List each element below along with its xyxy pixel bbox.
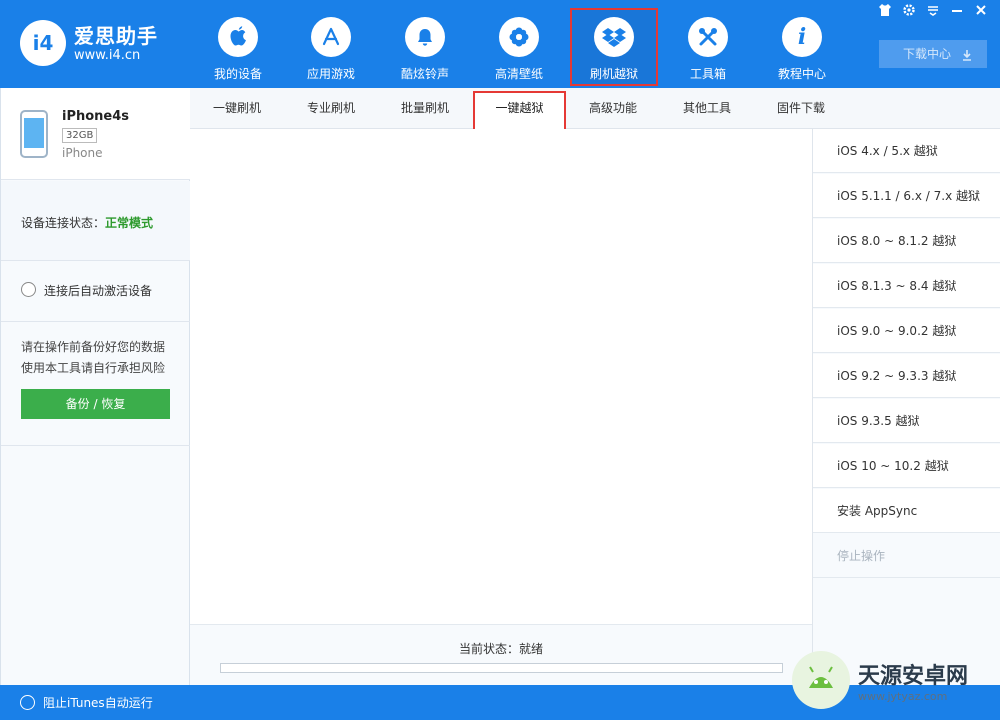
info-icon: i (782, 17, 822, 57)
nav-ringtones[interactable]: 酷炫铃声 (383, 10, 467, 84)
tab-firmware-download[interactable]: 固件下载 (754, 88, 848, 128)
left-sidebar: iPhone4s 32GB iPhone 设备连接状态：正常模式 连接后自动激活… (0, 88, 190, 685)
progress-bar (220, 663, 783, 673)
download-icon (961, 40, 973, 68)
app-logo: i4 爱思助手 www.i4.cn (20, 18, 190, 70)
option-ios935[interactable]: iOS 9.3.5 越狱 (813, 399, 1000, 443)
android-logo-icon (792, 651, 850, 709)
stop-operation-button[interactable]: 停止操作 (813, 534, 1000, 578)
nav-flash-jailbreak[interactable]: 刷机越狱 (570, 8, 658, 86)
flower-icon (499, 17, 539, 57)
watermark-text: 天源安卓网 www.jytyaz.com (858, 658, 968, 703)
logo-name: 爱思助手 (74, 24, 158, 48)
nav-label: 高清壁纸 (494, 67, 543, 81)
option-ios10-102[interactable]: iOS 10 ~ 10.2 越狱 (813, 444, 1000, 488)
block-itunes-option[interactable]: 阻止iTunes自动运行 (0, 685, 190, 720)
window-controls (878, 3, 988, 19)
auto-activate-option[interactable]: 连接后自动激活设备 (1, 262, 190, 322)
bottom-status-bar: 阻止iTunes自动运行 天源安卓网 www.jytyaz.com (0, 651, 1000, 720)
site-watermark: 天源安卓网 www.jytyaz.com (792, 643, 992, 717)
nav-label: 应用游戏 (306, 67, 355, 81)
auto-activate-radio[interactable] (21, 282, 36, 297)
watermark-title: 天源安卓网 (858, 663, 969, 689)
apple-icon (218, 17, 258, 57)
nav-tutorials[interactable]: i 教程中心 (760, 10, 844, 84)
current-status: 当前状态：就绪 (458, 642, 543, 656)
device-type: iPhone (62, 146, 103, 160)
nav-toolbox[interactable]: 工具箱 (666, 10, 750, 84)
option-ios92-933[interactable]: iOS 9.2 ~ 9.3.3 越狱 (813, 354, 1000, 398)
nav-label: 酷炫铃声 (400, 67, 449, 81)
nav-label: 刷机越狱 (589, 67, 638, 81)
tab-pro-flash[interactable]: 专业刷机 (284, 88, 378, 128)
iphone-icon (20, 110, 48, 158)
connection-status-label: 设备连接状态： (21, 216, 106, 230)
backup-warning: 请在操作前备份好您的数据 使用本工具请自行承担风险 备份 / 恢复 (1, 323, 190, 446)
app-store-icon (311, 17, 351, 57)
nav-label: 工具箱 (689, 67, 726, 81)
bell-icon (405, 17, 445, 57)
install-appsync-button[interactable]: 安装 AppSync (813, 489, 1000, 533)
backup-restore-button[interactable]: 备份 / 恢复 (21, 389, 170, 419)
minimize-icon[interactable] (950, 3, 964, 17)
connection-status: 设备连接状态：正常模式 (1, 181, 190, 261)
tab-other-tools[interactable]: 其他工具 (660, 88, 754, 128)
warning-line: 请在操作前备份好您的数据 (21, 340, 166, 354)
connection-status-value: 正常模式 (105, 216, 154, 230)
tab-batch-flash[interactable]: 批量刷机 (378, 88, 472, 128)
tools-icon (688, 17, 728, 57)
device-name: iPhone4s (62, 109, 130, 124)
shirt-icon[interactable] (878, 3, 892, 17)
nav-label: 我的设备 (213, 67, 262, 81)
dropbox-box-icon (594, 17, 634, 57)
nav-wallpapers[interactable]: 高清壁纸 (477, 10, 561, 84)
tab-one-click-jailbreak[interactable]: 一键越狱 (473, 91, 566, 131)
option-ios511-7[interactable]: iOS 5.1.1 / 6.x / 7.x 越狱 (813, 174, 1000, 218)
download-label: 下载中心 (903, 47, 952, 61)
auto-activate-label: 连接后自动激活设备 (44, 284, 153, 298)
logo-url: www.i4.cn (74, 48, 141, 63)
option-ios80-812[interactable]: iOS 8.0 ~ 8.1.2 越狱 (813, 219, 1000, 263)
option-ios813-84[interactable]: iOS 8.1.3 ~ 8.4 越狱 (813, 264, 1000, 308)
option-ios90-902[interactable]: iOS 9.0 ~ 9.0.2 越狱 (813, 309, 1000, 353)
block-itunes-radio[interactable] (20, 695, 35, 710)
nav-apps-games[interactable]: 应用游戏 (289, 10, 373, 84)
option-ios4-5[interactable]: iOS 4.x / 5.x 越狱 (813, 129, 1000, 173)
device-capacity-badge: 32GB (62, 128, 98, 143)
jailbreak-options-panel: iOS 4.x / 5.x 越狱 iOS 5.1.1 / 6.x / 7.x 越… (812, 129, 1000, 685)
main-content-area (190, 129, 812, 624)
watermark-url: www.jytyaz.com (858, 689, 948, 703)
logo-badge: i4 (20, 20, 66, 66)
top-header: i4 爱思助手 www.i4.cn 我的设备 应用游戏 酷炫铃声 高清壁纸 刷机… (0, 0, 1000, 88)
tab-advanced[interactable]: 高级功能 (566, 88, 660, 128)
tab-one-click-flash[interactable]: 一键刷机 (190, 88, 284, 128)
block-itunes-label: 阻止iTunes自动运行 (43, 696, 153, 710)
warning-line: 使用本工具请自行承担风险 (21, 361, 166, 375)
close-icon[interactable] (974, 3, 988, 17)
nav-my-device[interactable]: 我的设备 (196, 10, 280, 84)
sub-tab-bar: 一键刷机 专业刷机 批量刷机 一键越狱 高级功能 其他工具 固件下载 (190, 88, 1000, 131)
nav-label: 教程中心 (777, 67, 826, 81)
download-center-button[interactable]: 下载中心 (879, 40, 987, 68)
app-window: i4 爱思助手 www.i4.cn 我的设备 应用游戏 酷炫铃声 高清壁纸 刷机… (0, 0, 1000, 720)
status-area: 当前状态：就绪 (190, 624, 812, 685)
menu-icon[interactable] (926, 3, 940, 17)
gear-icon[interactable] (902, 3, 916, 17)
device-card: iPhone4s 32GB iPhone (1, 88, 190, 180)
